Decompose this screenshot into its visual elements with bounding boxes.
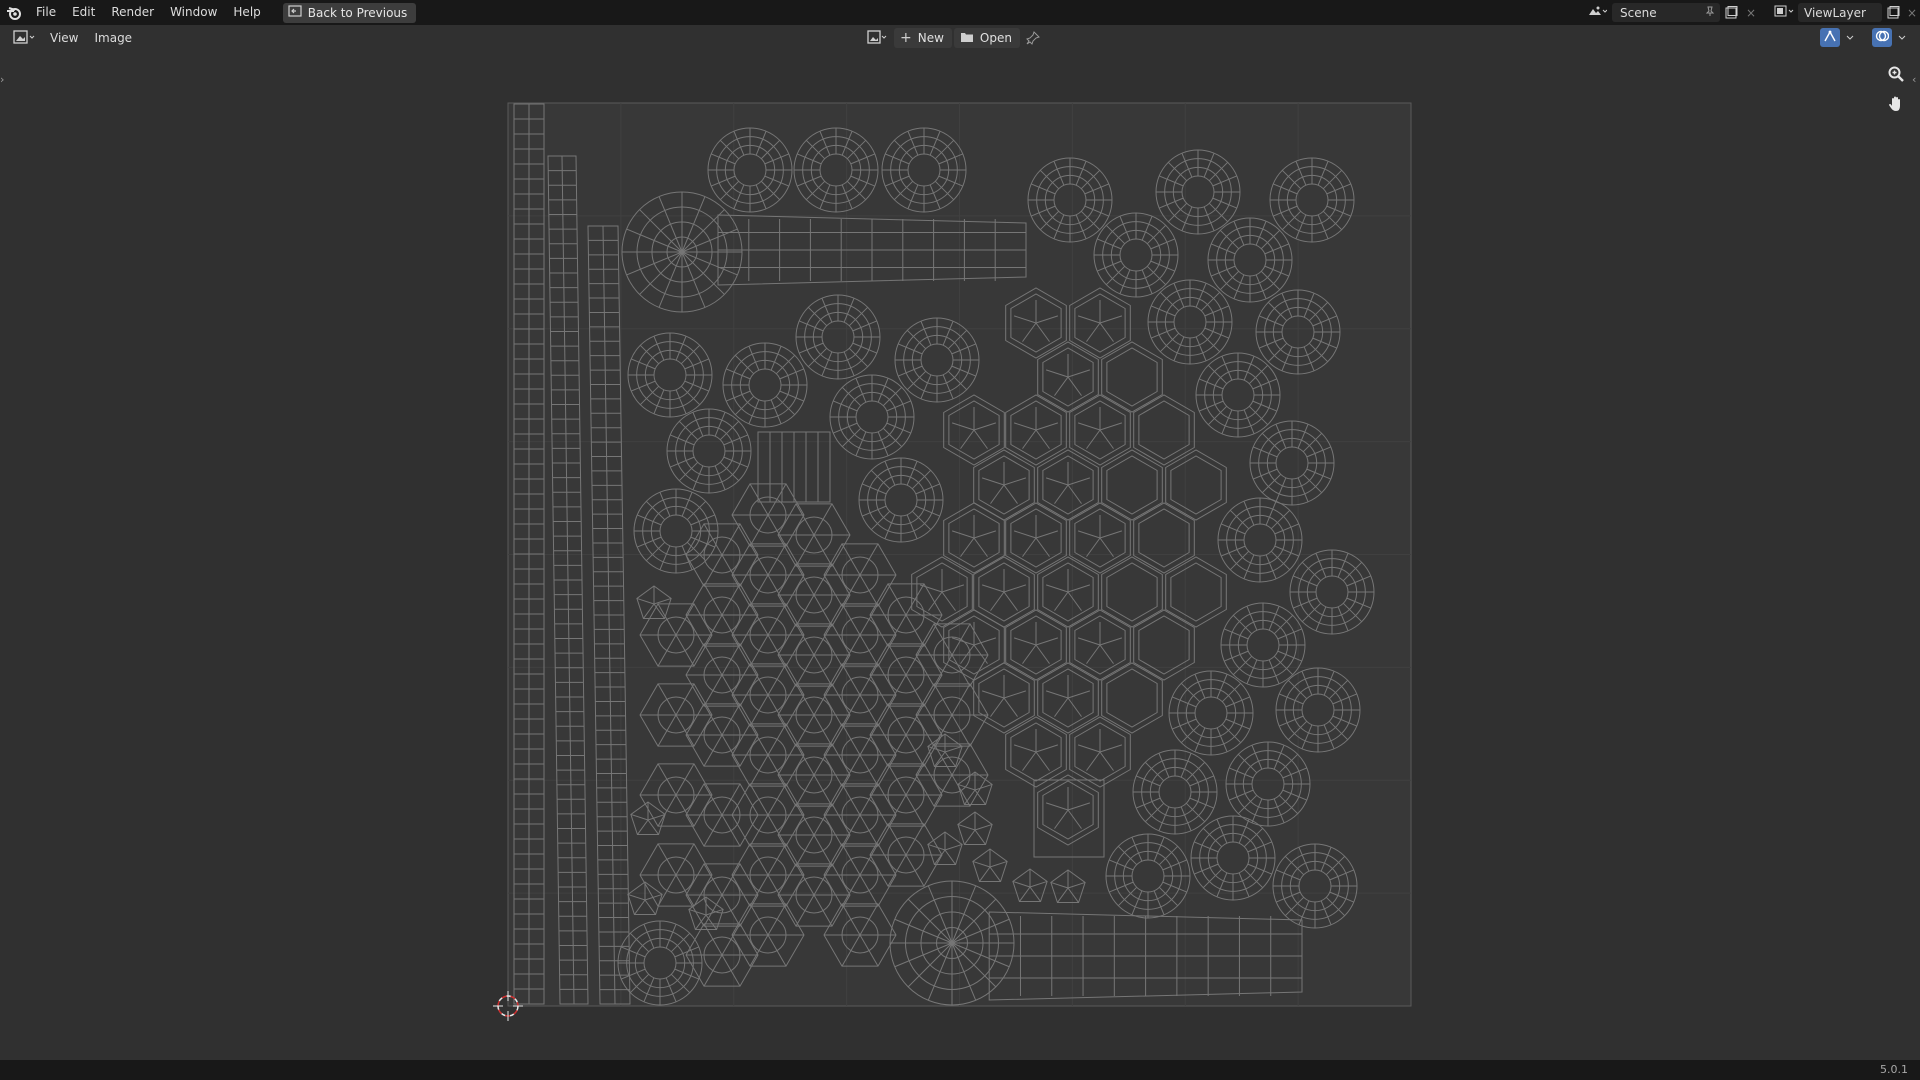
uv-strip xyxy=(513,103,545,1005)
viewlayer-name-field[interactable]: ViewLayer xyxy=(1798,3,1882,22)
new-image-button[interactable]: + New xyxy=(894,28,952,48)
uv-viewport[interactable]: › ‹ xyxy=(0,51,1920,1060)
plus-icon: + xyxy=(900,30,912,46)
scene-name-field[interactable]: Scene xyxy=(1612,3,1720,22)
uv-sync-button[interactable] xyxy=(1820,28,1840,47)
uv-sync-icon xyxy=(1823,29,1837,46)
image-editor-icon xyxy=(13,29,37,47)
viewlayer-name-label: ViewLayer xyxy=(1804,5,1866,20)
open-image-label: Open xyxy=(979,31,1012,45)
menu-image[interactable]: Image xyxy=(86,26,140,51)
new-scene-icon[interactable] xyxy=(1720,3,1742,22)
close-scene-icon[interactable]: × xyxy=(1742,3,1760,22)
overlays-dropdown-icon[interactable] xyxy=(1896,28,1908,47)
version-label: 5.0.1 xyxy=(1880,1063,1908,1076)
image-editor-header: View Image + New Open xyxy=(0,25,1920,51)
new-viewlayer-icon[interactable] xyxy=(1882,3,1904,22)
open-image-button[interactable]: Open xyxy=(953,28,1020,48)
pin-image-icon[interactable] xyxy=(1022,29,1044,48)
back-to-previous-label: Back to Previous xyxy=(307,5,408,20)
menu-help[interactable]: Help xyxy=(225,0,268,25)
browse-image-icon xyxy=(867,29,889,47)
back-icon xyxy=(288,5,302,20)
back-to-previous-button[interactable]: Back to Previous xyxy=(282,2,417,23)
menu-view[interactable]: View xyxy=(42,26,86,51)
blender-logo-icon[interactable] xyxy=(0,0,28,25)
menu-file[interactable]: File xyxy=(28,0,64,25)
scene-icon xyxy=(1587,5,1608,20)
pin-icon[interactable] xyxy=(1704,5,1720,20)
menu-edit[interactable]: Edit xyxy=(64,0,103,25)
menu-render[interactable]: Render xyxy=(103,0,162,25)
viewlayer-selector-button[interactable] xyxy=(1770,3,1798,22)
uv-sync-dropdown-icon[interactable] xyxy=(1844,28,1856,47)
uv-canvas xyxy=(493,102,1412,1021)
viewlayer-icon xyxy=(1774,5,1794,20)
editor-type-button[interactable] xyxy=(8,29,42,48)
folder-icon xyxy=(960,31,974,46)
menu-window[interactable]: Window xyxy=(162,0,225,25)
top-bar: File Edit Render Window Help Back to Pre… xyxy=(0,0,1920,25)
close-viewlayer-icon[interactable]: × xyxy=(1904,3,1920,22)
browse-image-button[interactable] xyxy=(864,29,892,48)
new-image-label: New xyxy=(917,31,944,45)
scene-name-label: Scene xyxy=(1620,5,1657,20)
status-bar: 5.0.1 xyxy=(0,1060,1920,1080)
overlays-button[interactable] xyxy=(1872,28,1892,47)
scene-selector-button[interactable] xyxy=(1582,3,1612,22)
overlays-icon xyxy=(1875,29,1890,46)
